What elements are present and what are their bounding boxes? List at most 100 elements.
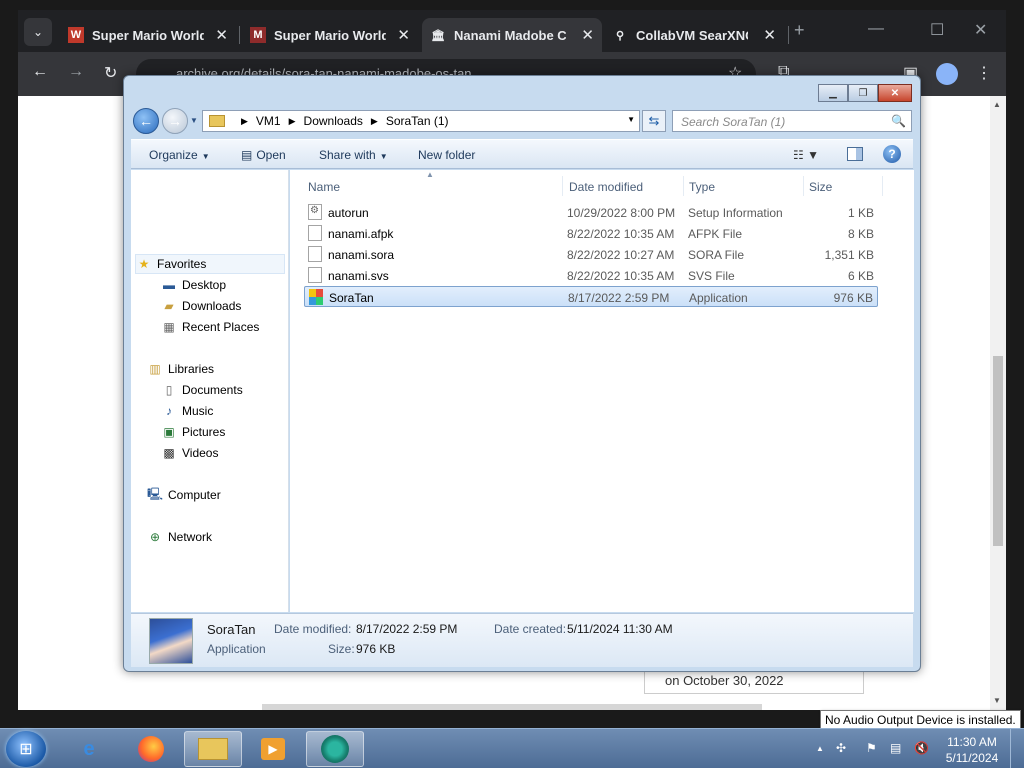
explorer-taskbar-icon[interactable] <box>184 731 242 767</box>
change-view-icon[interactable]: ☷ ▼ <box>793 148 819 162</box>
nav-recent-places[interactable]: ▦ Recent Places <box>161 317 259 337</box>
tab-collabvm-searxng[interactable]: ⚲ CollabVM SearXNG ✕ <box>604 18 784 52</box>
more-menu-icon[interactable]: ⋮ <box>976 63 992 83</box>
chrome-taskbar-icon[interactable] <box>306 731 364 767</box>
minimize-icon[interactable]: — <box>868 20 884 38</box>
help-icon[interactable]: ? <box>883 145 901 163</box>
close-tab-icon[interactable]: ✕ <box>215 26 228 44</box>
system-clock[interactable]: 11:30 AM 5/11/2024 <box>942 734 1002 766</box>
generic-file-icon <box>308 225 322 241</box>
star-icon: ★ <box>138 257 150 271</box>
share-with-button[interactable]: Share with ▼ <box>319 148 388 162</box>
new-tab-icon[interactable]: + <box>794 20 805 41</box>
column-header-date-modified[interactable]: Date modified <box>569 180 643 194</box>
back-icon[interactable]: ← <box>32 63 48 81</box>
maximize-icon[interactable]: ☐ <box>930 20 944 40</box>
search-input[interactable]: Search SoraTan (1) 🔍 <box>672 110 912 132</box>
sort-ascending-icon: ▲ <box>426 170 434 179</box>
new-folder-button[interactable]: New folder <box>418 148 475 162</box>
explorer-minimize-button[interactable]: ▁ <box>818 84 848 102</box>
details-file-kind: Application <box>207 642 266 656</box>
open-button[interactable]: ▤ Open <box>241 148 286 162</box>
explorer-maximize-button[interactable]: ❐ <box>848 84 878 102</box>
file-row-nanami-svs[interactable]: nanami.svs 8/22/2022 10:35 AM SVS File 6… <box>304 265 878 286</box>
nav-documents[interactable]: ▯ Documents <box>161 380 243 400</box>
back-button[interactable]: ← <box>133 108 159 134</box>
application-icon <box>309 289 323 305</box>
file-row-autorun[interactable]: autorun 10/29/2022 8:00 PM Setup Informa… <box>304 202 878 223</box>
preview-pane-icon[interactable] <box>847 147 863 161</box>
file-thumbnail <box>149 618 193 664</box>
documents-icon: ▯ <box>165 383 173 397</box>
nav-favorites[interactable]: ★ Favorites <box>135 254 285 274</box>
libraries-icon: ▥ <box>149 362 161 376</box>
breadcrumb-separator-icon[interactable]: ▶ <box>289 116 296 127</box>
generic-file-icon <box>308 267 322 283</box>
pictures-icon: ▣ <box>163 425 175 439</box>
refresh-button[interactable]: ⇆ <box>642 110 666 132</box>
breadcrumb-separator-icon[interactable]: ▶ <box>371 116 378 127</box>
details-created-label: Date created: <box>494 622 567 636</box>
details-pane: SoraTan Application Date modified: 8/17/… <box>131 613 913 667</box>
forward-button[interactable]: → <box>162 108 188 134</box>
nav-videos[interactable]: ▩ Videos <box>161 443 218 463</box>
network-tray-icon[interactable]: ▤ <box>890 741 901 755</box>
page-horizontal-scrollbar[interactable] <box>262 704 762 710</box>
firefox-icon[interactable] <box>122 731 180 767</box>
profile-avatar[interactable] <box>936 63 958 85</box>
audio-tooltip: No Audio Output Device is installed. <box>820 710 1021 730</box>
address-dropdown-icon[interactable]: ▼ <box>627 115 635 124</box>
breadcrumb-separator-icon[interactable]: ▶ <box>241 116 248 127</box>
show-desktop-button[interactable] <box>1010 729 1024 768</box>
scroll-down-icon[interactable]: ▼ <box>993 696 1001 705</box>
column-header-size[interactable]: Size <box>809 180 832 194</box>
taskbar: ⊞ e ▶ ▲ ✣ ⚑ ▤ 🔇 11:30 AM 5/11/2024 <box>0 728 1024 768</box>
close-tab-icon[interactable]: ✕ <box>581 26 594 44</box>
close-tab-icon[interactable]: ✕ <box>397 26 410 44</box>
nav-network[interactable]: ⊕ Network <box>147 527 212 547</box>
column-header-name[interactable]: Name <box>308 180 340 194</box>
file-row-soratan[interactable]: SoraTan 8/17/2022 2:59 PM Application 97… <box>304 286 878 307</box>
action-center-flag-icon[interactable]: ⚑ <box>866 741 877 755</box>
close-tab-icon[interactable]: ✕ <box>763 26 776 44</box>
internet-explorer-icon[interactable]: e <box>60 731 118 767</box>
scroll-up-icon[interactable]: ▲ <box>993 100 1001 109</box>
reload-icon[interactable]: ↻ <box>104 63 117 83</box>
breadcrumb-downloads[interactable]: Downloads <box>304 114 363 128</box>
search-icon[interactable]: 🔍 <box>891 114 906 128</box>
column-header-type[interactable]: Type <box>689 180 715 194</box>
volume-muted-icon[interactable]: 🔇 <box>914 741 929 755</box>
clock-time: 11:30 AM <box>947 735 997 749</box>
windows-flag-icon[interactable]: ✣ <box>836 741 846 755</box>
details-size-label: Size: <box>328 642 355 656</box>
scrollbar-thumb[interactable] <box>993 356 1003 546</box>
page-vertical-scrollbar[interactable]: ▲ ▼ <box>990 96 1006 710</box>
tab-super-mario-world-2[interactable]: M Super Mario World ✕ <box>242 18 418 52</box>
tab-nanami-madobe[interactable]: 🏛 Nanami Madobe CD ✕ <box>422 18 602 52</box>
nav-desktop[interactable]: ▬ Desktop <box>161 275 226 295</box>
show-hidden-icons-icon[interactable]: ▲ <box>816 744 824 753</box>
tab-super-mario-world-1[interactable]: W Super Mario World | ✕ <box>60 18 236 52</box>
file-row-nanami-sora[interactable]: nanami.sora 8/22/2022 10:27 AM SORA File… <box>304 244 878 265</box>
tab-search-button[interactable]: ⌄ <box>24 18 52 46</box>
breadcrumb-vm1[interactable]: VM1 <box>256 114 281 128</box>
generic-file-icon <box>308 246 322 262</box>
explorer-close-button[interactable]: ✕ <box>878 84 912 102</box>
archive-icon: 🏛 <box>431 29 445 42</box>
start-button[interactable]: ⊞ <box>6 731 46 767</box>
media-player-icon[interactable]: ▶ <box>244 731 302 767</box>
nav-pictures[interactable]: ▣ Pictures <box>161 422 225 442</box>
breadcrumb-soratan[interactable]: SoraTan (1) <box>386 114 449 128</box>
computer-icon: 🖳 <box>147 486 164 501</box>
forward-icon[interactable]: → <box>68 63 84 81</box>
file-row-nanami-afpk[interactable]: nanami.afpk 8/22/2022 10:35 AM AFPK File… <box>304 223 878 244</box>
close-window-icon[interactable]: ✕ <box>974 20 987 40</box>
nav-computer[interactable]: 🖳 Computer <box>147 485 221 505</box>
nav-music[interactable]: ♪ Music <box>161 401 213 421</box>
explorer-address-bar[interactable]: ▶ VM1 ▶ Downloads ▶ SoraTan (1) ▼ <box>202 110 640 132</box>
recent-pages-chevron-icon[interactable]: ▼ <box>190 116 198 125</box>
nav-downloads[interactable]: ▰ Downloads <box>161 296 241 316</box>
details-modified-value: 8/17/2022 2:59 PM <box>356 622 458 636</box>
nav-libraries[interactable]: ▥ Libraries <box>147 359 214 379</box>
organize-button[interactable]: Organize ▼ <box>149 148 210 162</box>
